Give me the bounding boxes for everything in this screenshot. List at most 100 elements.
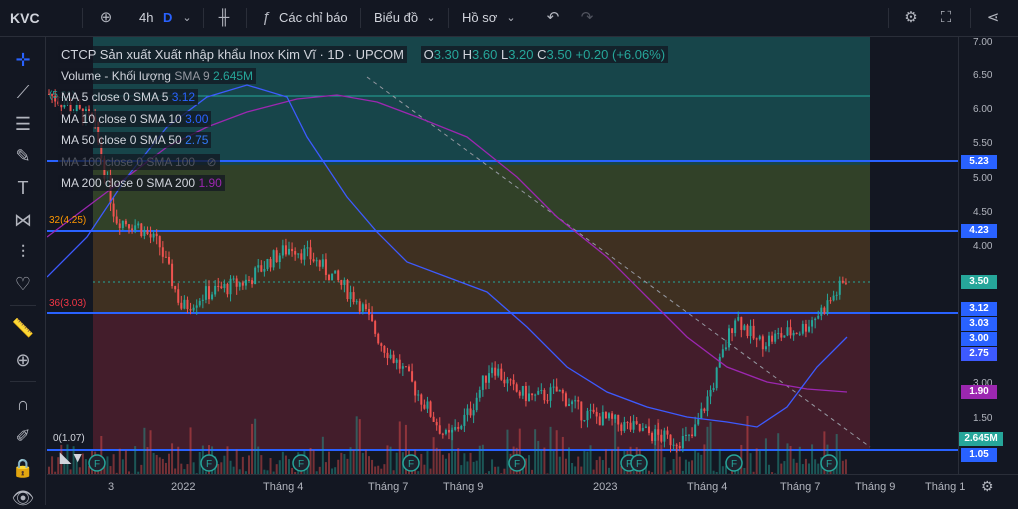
settings-gear-icon[interactable]: ⚙ bbox=[981, 478, 994, 495]
share-icon[interactable]: ⋖ bbox=[983, 0, 1003, 36]
lock-icon[interactable]: 🔒 bbox=[0, 458, 46, 479]
ruler-icon[interactable]: 📏 bbox=[0, 318, 46, 339]
magnet-icon[interactable]: ∩ bbox=[0, 394, 46, 415]
chart-type-button[interactable]: Biểu đồ bbox=[374, 0, 418, 36]
volume-bar bbox=[248, 455, 250, 474]
candle-body bbox=[559, 390, 561, 392]
candle-body bbox=[479, 390, 481, 398]
candle-body bbox=[605, 412, 607, 418]
candle-body bbox=[365, 304, 367, 309]
earnings-marker[interactable]: F bbox=[403, 455, 419, 471]
candles-icon[interactable]: ╫ bbox=[214, 0, 234, 36]
redo-icon[interactable]: ↷ bbox=[577, 0, 597, 36]
volume-bar bbox=[568, 447, 570, 474]
price-axis[interactable]: 7.00 6.50 6.00 5.50 5.00 4.50 4.00 3.00 … bbox=[958, 37, 1018, 474]
zoom-in-icon[interactable]: ⊕ bbox=[0, 350, 46, 371]
gear-icon[interactable]: ⚙ bbox=[901, 0, 921, 36]
heart-icon[interactable]: ♡ bbox=[0, 274, 46, 295]
candle-body bbox=[306, 247, 308, 248]
time-axis[interactable]: 3 2022 Tháng 4 Tháng 7 Tháng 9 2023 Thán… bbox=[47, 474, 1018, 505]
eye-off-icon[interactable]: ⊘ bbox=[206, 155, 216, 169]
volume-bar bbox=[710, 422, 712, 474]
symbol-title[interactable]: CTCP Sản xuất Xuất nhập khẩu Inox Kim Vĩ… bbox=[58, 46, 407, 63]
volume-legend-row[interactable]: Volume - Khối lượng SMA 9 2.645M bbox=[58, 66, 668, 88]
interval-type-button[interactable]: D bbox=[163, 0, 172, 36]
chevron-down-icon[interactable]: ⌄ bbox=[424, 0, 438, 36]
chevron-down-icon[interactable]: ⌄ bbox=[180, 0, 194, 36]
volume-bar bbox=[353, 450, 355, 474]
ma-legend-row[interactable]: MA 10 close 0 SMA 10 3.00 bbox=[58, 109, 668, 131]
add-symbol-icon[interactable]: ⊕ bbox=[96, 0, 116, 36]
volume-label: 2.645M bbox=[959, 432, 1003, 446]
volume-bar bbox=[319, 467, 321, 474]
candle-body bbox=[682, 436, 684, 448]
prediction-icon[interactable]: ⫶ bbox=[0, 242, 46, 263]
candle-body bbox=[460, 426, 462, 429]
candle-body bbox=[633, 421, 635, 430]
volume-bar bbox=[537, 441, 539, 474]
candle-body bbox=[522, 386, 524, 396]
earnings-marker[interactable]: F bbox=[201, 455, 217, 471]
earnings-marker[interactable]: F bbox=[821, 455, 837, 471]
eye-icon[interactable]: 👁 bbox=[0, 488, 46, 509]
brush-icon[interactable]: ✎ bbox=[0, 146, 46, 167]
lock-drawing-icon[interactable]: ✐ bbox=[0, 426, 46, 447]
candle-body bbox=[393, 355, 395, 363]
candle-body bbox=[636, 421, 638, 424]
volume-bar bbox=[605, 449, 607, 474]
ma-legend-row[interactable]: MA 50 close 0 SMA 50 2.75 bbox=[58, 130, 668, 152]
candle-body bbox=[630, 423, 632, 430]
crosshair-icon[interactable]: ✛ bbox=[0, 50, 46, 71]
candle-body bbox=[543, 390, 545, 400]
candle-body bbox=[202, 300, 204, 301]
horizontal-lines-icon[interactable]: ☰ bbox=[0, 114, 46, 135]
ma-legend-row[interactable]: MA 200 close 0 SMA 200 1.90 bbox=[58, 173, 668, 195]
candle-body bbox=[845, 283, 847, 284]
volume-bar bbox=[134, 446, 136, 474]
profile-button[interactable]: Hồ sơ bbox=[462, 0, 497, 36]
candle-body bbox=[620, 424, 622, 430]
volume-bar bbox=[479, 446, 481, 474]
ma-label: MA 200 close 0 SMA 200 bbox=[61, 176, 195, 190]
indicators-button[interactable]: Các chỉ báo bbox=[279, 0, 348, 36]
ma-legend-row-hidden[interactable]: MA 100 close 0 SMA 100 ⊘ bbox=[58, 152, 668, 174]
fullscreen-icon[interactable]: ⛶ bbox=[936, 0, 956, 36]
tradingview-logo-icon[interactable]: ◣▼ bbox=[60, 449, 85, 466]
ma-legend-row[interactable]: MA 5 close 0 SMA 5 3.12 bbox=[58, 87, 668, 109]
volume-bar bbox=[663, 457, 665, 474]
candle-body bbox=[457, 427, 459, 429]
symbol-label[interactable]: KVC bbox=[10, 0, 40, 36]
interval-button[interactable]: 4h bbox=[139, 0, 153, 36]
candle-body bbox=[350, 292, 352, 299]
volume-bar bbox=[328, 452, 330, 474]
earnings-marker[interactable]: F bbox=[509, 455, 525, 471]
undo-icon[interactable]: ↶ bbox=[543, 0, 563, 36]
volume-bar bbox=[260, 455, 262, 474]
candle-body bbox=[371, 314, 373, 321]
earnings-marker[interactable]: F bbox=[89, 455, 105, 471]
candle-body bbox=[553, 387, 555, 388]
volume-bar bbox=[454, 451, 456, 474]
volume-bar bbox=[153, 453, 155, 474]
volume-bar bbox=[150, 430, 152, 474]
divider bbox=[82, 8, 83, 28]
candle-body bbox=[780, 333, 782, 337]
pattern-icon[interactable]: ⋈ bbox=[0, 210, 46, 231]
fx-icon[interactable]: ƒ bbox=[258, 0, 274, 36]
candle-body bbox=[663, 430, 665, 441]
earnings-marker[interactable]: F bbox=[726, 455, 742, 471]
earnings-marker[interactable]: F bbox=[293, 455, 309, 471]
candle-body bbox=[740, 317, 742, 330]
time-tick: Tháng 4 bbox=[263, 481, 303, 493]
chevron-down-icon[interactable]: ⌄ bbox=[504, 0, 518, 36]
text-icon[interactable]: T bbox=[0, 178, 46, 199]
candle-body bbox=[430, 401, 432, 416]
candle-body bbox=[753, 326, 755, 339]
candle-body bbox=[168, 257, 170, 264]
trend-line-icon[interactable]: ⟋ bbox=[0, 82, 46, 103]
candle-body bbox=[602, 412, 604, 425]
candle-body bbox=[386, 353, 388, 358]
volume-bar bbox=[426, 451, 428, 474]
earnings-marker[interactable]: F bbox=[631, 455, 647, 471]
svg-text:F: F bbox=[298, 459, 304, 470]
